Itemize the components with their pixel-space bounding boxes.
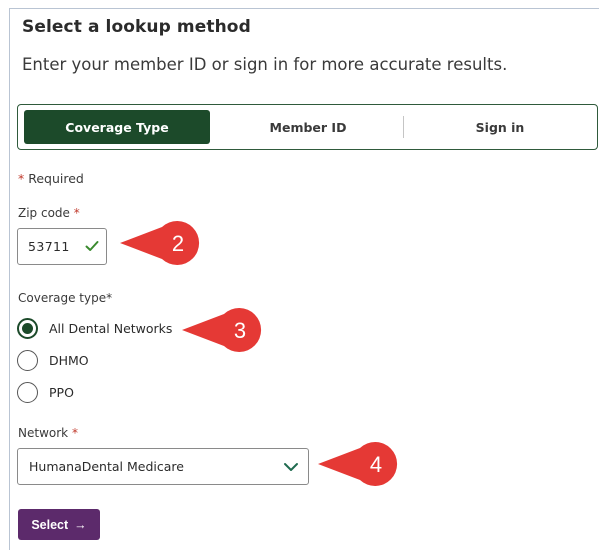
arrow-right-icon: → <box>74 517 87 532</box>
required-note: * Required <box>18 171 84 186</box>
zip-code-label-text: Zip code <box>18 206 70 220</box>
tab-sign-in[interactable]: Sign in <box>408 110 592 144</box>
coverage-type-label-text: Coverage type <box>18 291 107 305</box>
page-title: Select a lookup method <box>22 17 251 37</box>
coverage-type-asterisk: * <box>106 291 113 305</box>
network-label-text: Network <box>18 426 69 440</box>
radio-ppo[interactable]: PPO <box>17 382 74 403</box>
select-submit-button[interactable]: Select → <box>18 509 100 540</box>
radio-label-ppo: PPO <box>49 385 74 400</box>
tab-member-id[interactable]: Member ID <box>214 110 402 144</box>
network-select-value: HumanaDental Medicare <box>29 459 184 474</box>
zip-code-asterisk: * <box>73 206 80 220</box>
required-asterisk: * <box>18 171 25 186</box>
zip-code-value: 53711 <box>28 239 70 254</box>
callout-marker-4: 4 <box>316 441 400 489</box>
coverage-type-label: Coverage type* <box>18 291 112 305</box>
radio-dhmo[interactable]: DHMO <box>17 350 89 371</box>
required-text: Required <box>28 171 84 186</box>
lookup-method-tabs: Coverage Type Member ID Sign in <box>17 104 598 150</box>
radio-button[interactable] <box>17 350 38 371</box>
page-subtitle: Enter your member ID or sign in for more… <box>22 55 508 74</box>
radio-label-dhmo: DHMO <box>49 353 89 368</box>
chevron-down-icon <box>284 463 298 471</box>
radio-button[interactable] <box>17 382 38 403</box>
callout-marker-3: 3 <box>180 307 264 355</box>
select-button-label: Select <box>31 517 69 532</box>
tab-coverage-type[interactable]: Coverage Type <box>24 110 210 144</box>
callout-number: 4 <box>369 452 383 477</box>
network-label: Network * <box>18 426 78 440</box>
radio-button-selected[interactable] <box>17 318 38 339</box>
zip-code-input[interactable]: 53711 <box>17 228 107 265</box>
radio-all-dental-networks[interactable]: All Dental Networks <box>17 318 172 339</box>
network-asterisk: * <box>71 426 78 440</box>
tab-divider <box>403 116 404 138</box>
radio-label-all-dental-networks: All Dental Networks <box>49 321 173 336</box>
zip-code-label: Zip code * <box>18 206 80 220</box>
callout-number: 3 <box>233 318 247 343</box>
callout-marker-2: 2 <box>118 220 202 268</box>
callout-number: 2 <box>171 231 185 256</box>
check-icon <box>85 241 99 251</box>
network-select[interactable]: HumanaDental Medicare <box>17 448 309 485</box>
